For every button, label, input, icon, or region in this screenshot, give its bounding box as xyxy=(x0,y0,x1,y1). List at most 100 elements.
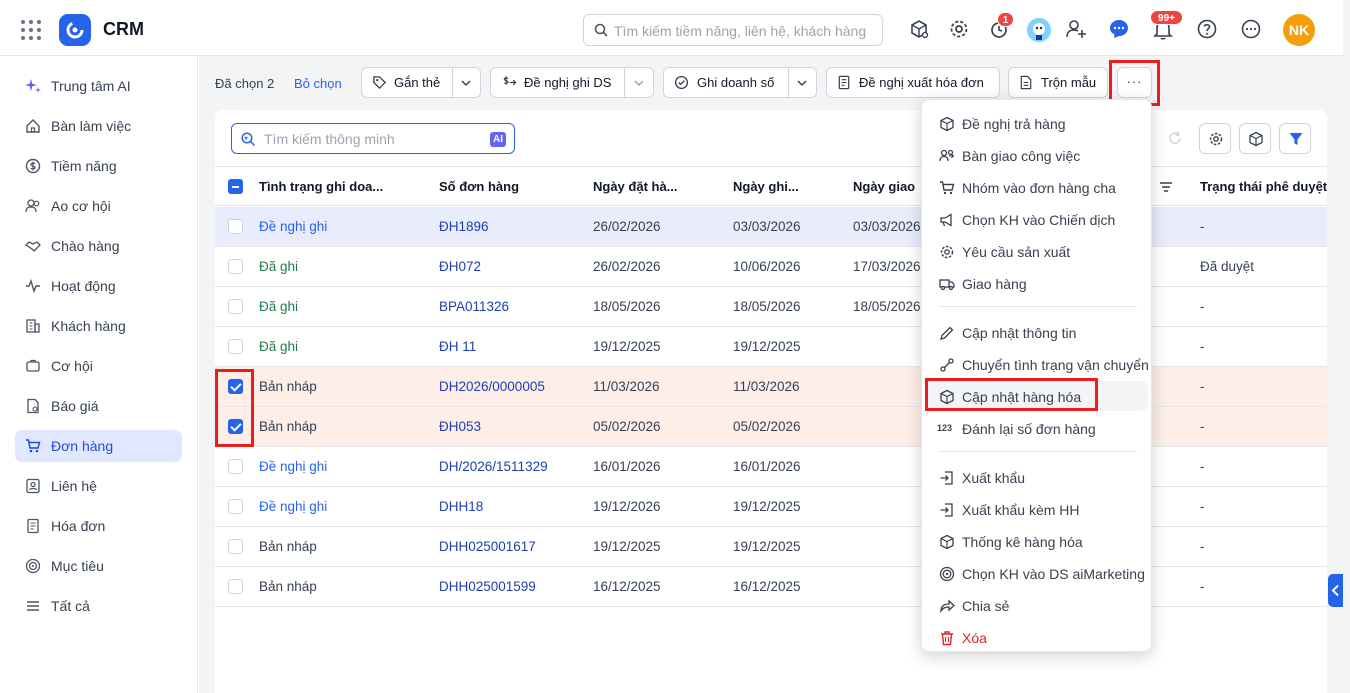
column-header[interactable]: Trạng thái phê duyệt xyxy=(1200,179,1327,194)
record-date-cell: 03/03/2026 xyxy=(733,219,801,234)
menu-item-production-request[interactable]: Yêu cầu sản xuất xyxy=(927,236,1148,266)
table-row[interactable]: Đã ghi BPA011326 18/05/2026 18/05/2026 1… xyxy=(215,287,1327,327)
table-row[interactable]: Bản nháp ĐH053 05/02/2026 05/02/2026 - xyxy=(215,407,1327,447)
add-user-icon[interactable] xyxy=(1065,18,1087,40)
order-number-link[interactable]: DHH025001599 xyxy=(439,579,536,594)
table-row[interactable]: Đã ghi ĐH072 26/02/2026 10/06/2026 17/03… xyxy=(215,247,1327,287)
sidebar-item-quotes[interactable]: Báo giá xyxy=(15,390,182,422)
settings-icon[interactable] xyxy=(948,18,970,40)
sidebar-item-opportunity-pool[interactable]: Ao cơ hội xyxy=(15,190,182,222)
order-number-link[interactable]: DH/2026/1511329 xyxy=(439,459,548,474)
row-checkbox[interactable] xyxy=(228,539,243,554)
order-number-link[interactable]: DHH025001617 xyxy=(439,539,536,554)
sidebar-item-invoices[interactable]: Hóa đơn xyxy=(15,510,182,542)
chevron-down-icon[interactable] xyxy=(460,77,472,89)
deselect-link[interactable]: Bỏ chọn xyxy=(294,76,342,91)
row-checkbox[interactable] xyxy=(228,499,243,514)
table-settings-button[interactable] xyxy=(1199,123,1231,154)
sidebar-item-activities[interactable]: Hoạt động xyxy=(15,270,182,302)
column-header[interactable]: Số đơn hàng xyxy=(439,179,519,194)
chevron-down-icon[interactable] xyxy=(633,77,645,89)
refresh-icon xyxy=(1169,131,1181,144)
column-header[interactable]: Ngày đặt hà... xyxy=(593,179,678,194)
menu-item-share[interactable]: Chia sẻ xyxy=(927,590,1148,620)
menu-item-goods-stats[interactable]: Thống kê hàng hóa xyxy=(927,526,1148,556)
order-date-cell: 19/12/2025 xyxy=(593,539,661,554)
menu-item-export[interactable]: Xuất khẩu xyxy=(927,462,1148,492)
row-checkbox[interactable] xyxy=(228,219,243,234)
order-number-link[interactable]: ĐH072 xyxy=(439,259,481,274)
order-number-link[interactable]: BPA011326 xyxy=(439,299,509,314)
column-filter-icon[interactable] xyxy=(1159,180,1173,194)
sidebar-item-customers[interactable]: Khách hàng xyxy=(15,310,182,342)
table-row[interactable]: Đề nghị ghi ĐH1896 26/02/2026 03/03/2026… xyxy=(215,207,1327,247)
menu-item-renumber-orders[interactable]: 123 Đánh lại số đơn hàng xyxy=(927,413,1148,443)
help-icon[interactable] xyxy=(1196,18,1218,40)
order-number-link[interactable]: DHH18 xyxy=(439,499,483,514)
sidebar-item-contacts[interactable]: Liên hệ xyxy=(15,470,182,502)
menu-item-ai-marketing[interactable]: Chọn KH vào DS aiMarketing xyxy=(927,558,1148,588)
menu-item-delete[interactable]: Xóa xyxy=(927,622,1148,652)
smart-search[interactable]: AI xyxy=(231,123,515,154)
propose-sales-button[interactable]: Đề nghị ghi DS xyxy=(490,67,654,98)
sidebar-item-ai-center[interactable]: Trung tâm AI xyxy=(15,70,182,102)
apps-grid-icon[interactable] xyxy=(21,20,41,40)
table-row[interactable]: Đề nghị ghi DH/2026/1511329 16/01/2026 1… xyxy=(215,447,1327,487)
window-scrollbar[interactable] xyxy=(1343,0,1350,693)
record-sales-button[interactable]: Ghi doanh số xyxy=(663,67,817,98)
sidebar-item-orders[interactable]: Đơn hàng xyxy=(15,430,182,462)
order-number-link[interactable]: ĐH1896 xyxy=(439,219,489,234)
merge-template-button[interactable]: Trộn mẫu xyxy=(1008,67,1108,98)
order-number-link[interactable]: ĐH053 xyxy=(439,419,481,434)
tag-button[interactable]: Gắn thẻ xyxy=(361,67,481,98)
column-header[interactable]: Ngày giao xyxy=(853,179,915,194)
more-icon[interactable] xyxy=(1240,18,1262,40)
table-row[interactable]: Bản nháp DHH025001599 16/12/2025 16/12/2… xyxy=(215,567,1327,607)
sidebar-item-opportunities[interactable]: Cơ hội xyxy=(15,350,182,382)
menu-item-add-to-campaign[interactable]: Chọn KH vào Chiến dịch xyxy=(927,204,1148,234)
chevron-down-icon[interactable] xyxy=(796,77,808,89)
sidebar-item-offers[interactable]: Chào hàng xyxy=(15,230,182,262)
menu-item-handover[interactable]: Bàn giao công việc xyxy=(927,140,1148,170)
row-checkbox[interactable] xyxy=(228,339,243,354)
sidebar-item-leads[interactable]: Tiềm năng xyxy=(15,150,182,182)
smart-search-input[interactable] xyxy=(264,130,474,148)
table-row[interactable]: Bản nháp DHH025001617 19/12/2025 19/12/2… xyxy=(215,527,1327,567)
menu-item-return-request[interactable]: Đề nghị trả hàng xyxy=(927,108,1148,138)
order-number-link[interactable]: DH2026/0000005 xyxy=(439,379,545,394)
sidebar-item-goals[interactable]: Mục tiêu xyxy=(15,550,182,582)
global-search-input[interactable] xyxy=(614,21,874,41)
row-checkbox[interactable] xyxy=(228,579,243,594)
sidebar-item-all[interactable]: Tất cả xyxy=(15,590,182,622)
row-checkbox[interactable] xyxy=(228,259,243,274)
propose-invoice-button[interactable]: Đề nghị xuất hóa đơn xyxy=(826,67,1000,98)
refresh-button[interactable] xyxy=(1159,123,1191,154)
menu-item-shipping-status[interactable]: Chuyển tình trạng vận chuyển xyxy=(927,349,1149,379)
assistant-avatar-icon[interactable] xyxy=(1027,18,1051,42)
row-checkbox[interactable] xyxy=(228,459,243,474)
table-row[interactable]: Đề nghị ghi DHH18 19/12/2026 19/12/2025 … xyxy=(215,487,1327,527)
chat-icon[interactable] xyxy=(1108,18,1130,40)
user-avatar[interactable]: NK xyxy=(1283,14,1315,46)
menu-item-update-info[interactable]: Cập nhật thông tin xyxy=(927,317,1148,347)
menu-item-group-parent-order[interactable]: Nhóm vào đơn hàng cha xyxy=(927,172,1148,202)
side-panel-toggle[interactable] xyxy=(1328,574,1343,607)
table-row[interactable]: Đã ghi ĐH 11 19/12/2025 19/12/2025 - xyxy=(215,327,1327,367)
menu-item-export-with-goods[interactable]: Xuất khẩu kèm HH xyxy=(927,494,1148,524)
filter-button[interactable] xyxy=(1279,123,1311,154)
table-row[interactable]: Bản nháp DH2026/0000005 11/03/2026 11/03… xyxy=(215,367,1327,407)
row-checkbox[interactable] xyxy=(228,299,243,314)
column-header[interactable]: Ngày ghi... xyxy=(733,179,799,194)
ai-search-icon xyxy=(241,132,256,147)
column-header[interactable]: Tình trạng ghi doa... xyxy=(259,179,383,194)
select-all-checkbox[interactable] xyxy=(228,179,243,194)
production-gear-icon xyxy=(940,245,954,259)
product-search-icon[interactable] xyxy=(908,18,930,40)
crm-logo-icon[interactable] xyxy=(59,14,91,46)
product-view-button[interactable] xyxy=(1239,123,1271,154)
order-number-link[interactable]: ĐH 11 xyxy=(439,339,476,354)
sidebar-item-label: Hóa đơn xyxy=(51,518,106,534)
global-search[interactable] xyxy=(583,14,883,46)
menu-item-delivery[interactable]: Giao hàng xyxy=(927,268,1148,298)
sidebar-item-workspace[interactable]: Bàn làm việc xyxy=(15,110,182,142)
